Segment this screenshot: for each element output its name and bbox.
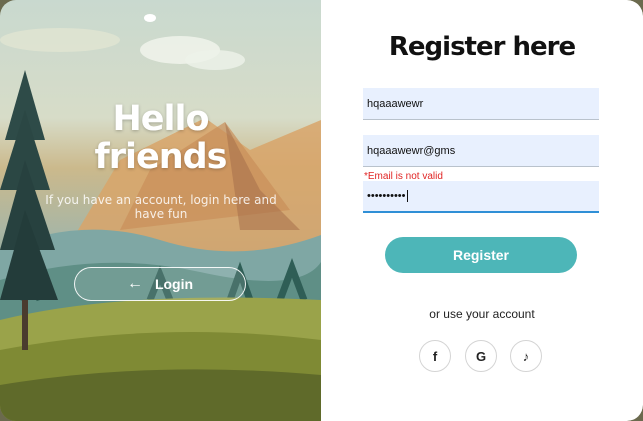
auth-card: Hello friends If you have an account, lo… — [0, 0, 643, 421]
register-title: Register here — [388, 32, 576, 62]
arrow-left-icon: ← — [126, 275, 143, 292]
tiktok-button[interactable]: ♪ — [510, 340, 542, 372]
register-button[interactable]: Register — [385, 237, 577, 273]
email-value: hqaaawewr@gms — [367, 144, 456, 157]
email-input[interactable]: hqaaawewr@gms — [363, 135, 599, 167]
welcome-heading-line1: Hello — [112, 99, 209, 139]
facebook-button[interactable]: f — [419, 340, 451, 372]
welcome-heading-line2: friends — [94, 137, 227, 177]
google-icon: G — [475, 348, 487, 364]
login-button-label: Login — [154, 276, 194, 292]
username-value: hqaaawewr — [367, 97, 424, 110]
register-button-label: Register — [452, 247, 510, 263]
alt-login-text: or use your account — [429, 307, 535, 321]
password-value: •••••••••• — [367, 190, 406, 202]
welcome-subtext: If you have an account, login here and h… — [45, 193, 277, 221]
login-button[interactable]: ← Login — [74, 267, 246, 301]
tiktok-icon: ♪ — [522, 348, 530, 364]
username-input[interactable]: hqaaawewr — [363, 88, 599, 120]
password-input[interactable]: •••••••••• — [363, 181, 599, 213]
facebook-icon: f — [432, 348, 438, 364]
google-button[interactable]: G — [465, 340, 497, 372]
register-panel: Register here hqaaawewr hqaaawewr@gms *E… — [321, 0, 643, 421]
text-cursor — [406, 190, 408, 202]
welcome-panel: Hello friends If you have an account, lo… — [0, 0, 321, 421]
